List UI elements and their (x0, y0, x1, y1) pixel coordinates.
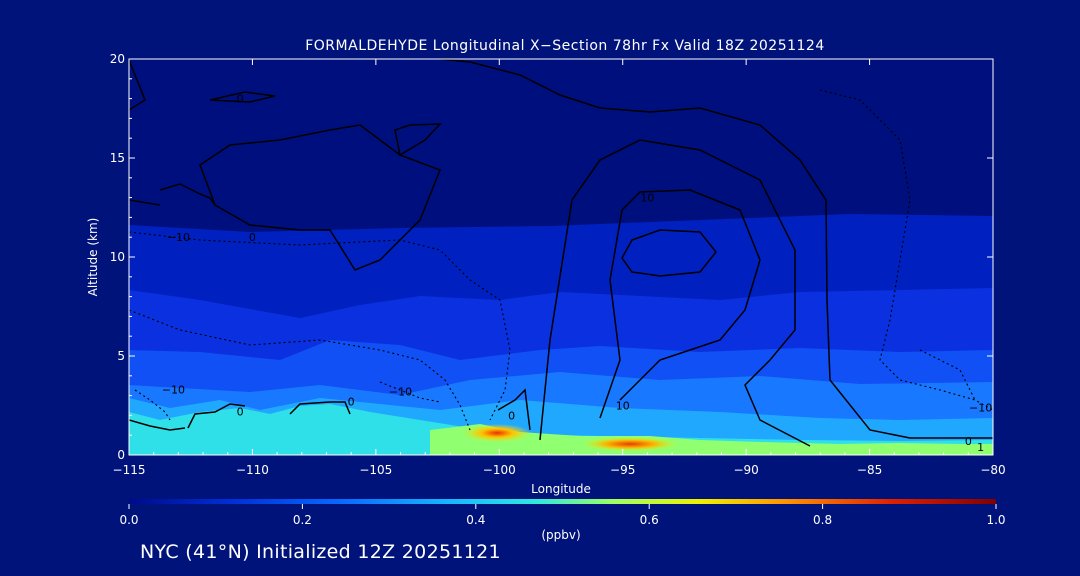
contour-label: −10 (167, 231, 190, 244)
y-tick-label: 5 (117, 349, 125, 363)
colorbar-tick-label: 0.6 (640, 513, 659, 527)
contour-label: 0 (237, 405, 244, 418)
colorbar-tick-label: 1.0 (986, 513, 1005, 527)
x-tick-label: −90 (733, 463, 758, 477)
colorbar-label: (ppbv) (541, 528, 580, 542)
y-tick-label: 0 (117, 448, 125, 462)
contour-label: 10 (640, 192, 654, 205)
colorbar-ticks: 0.0 0.2 0.4 0.6 0.8 1.0 (119, 504, 1006, 527)
x-tick-label: −100 (483, 463, 516, 477)
y-tick-label: 15 (110, 151, 125, 165)
contour-label: −10 (162, 384, 185, 397)
chart-title: FORMALDEHYDE Longitudinal X−Section 78hr… (305, 38, 825, 54)
contour-label: 0 (249, 231, 256, 244)
contour-label: 1 (977, 441, 984, 454)
contour-label: 0 (237, 93, 244, 106)
contour-label: 0 (508, 409, 515, 422)
colorbar (129, 499, 996, 504)
filled-contours (129, 59, 993, 455)
x-tick-label: −105 (359, 463, 392, 477)
x-tick-label: −80 (980, 463, 1005, 477)
x-tick-label: −95 (610, 463, 635, 477)
y-axis-label: Altitude (km) (86, 218, 100, 297)
contour-label: 0 (965, 435, 972, 448)
colorbar-tick-label: 0.0 (119, 513, 138, 527)
concentration-peak-2 (582, 437, 678, 451)
x-axis-label: Longitude (531, 482, 591, 496)
colorbar-tick-label: 0.4 (466, 513, 485, 527)
contour-label: −10 (969, 401, 992, 414)
contour-label: 0 (348, 396, 355, 409)
contour-label: −10 (389, 386, 412, 399)
x-tick-label: −85 (857, 463, 882, 477)
colorbar-tick-label: 0.2 (293, 513, 312, 527)
x-tick-label: −110 (236, 463, 269, 477)
contour-label: 10 (616, 400, 630, 413)
y-tick-label: 10 (110, 250, 125, 264)
colorbar-tick-label: 0.8 (813, 513, 832, 527)
y-tick-label: 20 (110, 52, 125, 66)
formaldehyde-cross-section-chart: FORMALDEHYDE Longitudinal X−Section 78hr… (86, 38, 1006, 542)
x-tick-label: −115 (113, 463, 146, 477)
footer-initialization-text: NYC (41°N) Initialized 12Z 20251121 (140, 541, 501, 563)
